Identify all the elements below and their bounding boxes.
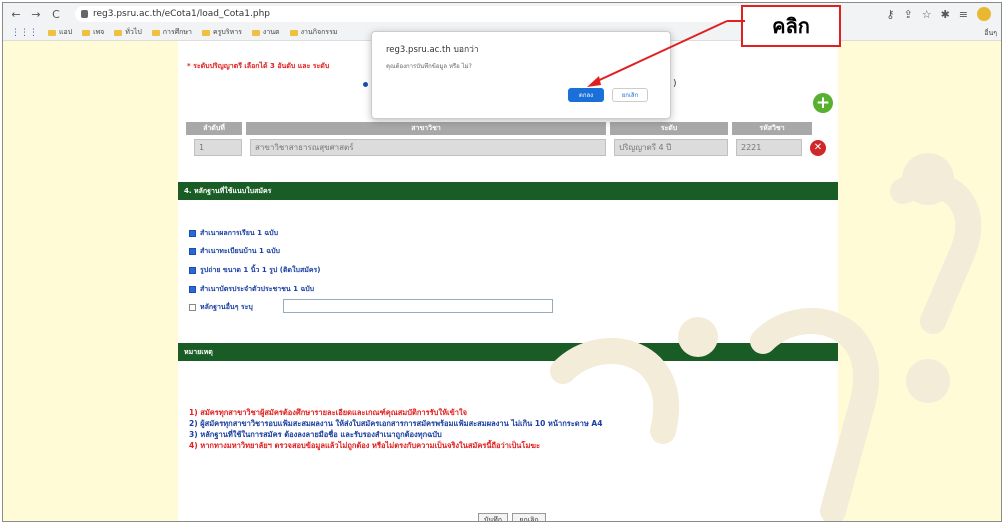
watermark-stroke bbox=[890, 171, 982, 334]
reload-icon[interactable]: C bbox=[49, 8, 63, 21]
bookmark-item[interactable]: เพจ bbox=[82, 27, 104, 38]
cell-order: 1 bbox=[194, 139, 242, 156]
col-header-level: ระดับ bbox=[610, 122, 728, 135]
folder-icon bbox=[82, 29, 91, 36]
lock-icon bbox=[81, 10, 88, 18]
dialog-cancel-button[interactable]: ยกเลิก bbox=[612, 88, 648, 102]
address-bar[interactable]: reg3.psru.ac.th/eCota1/load_Cota1.php bbox=[75, 6, 805, 22]
bookmark-item[interactable]: งานต bbox=[251, 27, 280, 38]
bookmark-item[interactable]: การศึกษา bbox=[151, 27, 192, 38]
toolbar-icons: ⚷ ⇪ ☆ ✱ ≡ bbox=[886, 7, 1001, 21]
add-program-button[interactable]: + bbox=[813, 93, 833, 113]
folder-icon bbox=[201, 29, 210, 36]
cell-program: สาขาวิชาสาธารณสุขศาสตร์ bbox=[250, 139, 606, 156]
bookmark-item[interactable]: ทั่วไป bbox=[114, 27, 142, 38]
checkbox-checked[interactable] bbox=[189, 267, 196, 274]
apps-icon[interactable]: ⋮⋮⋮ bbox=[11, 28, 38, 38]
watermark-dot bbox=[906, 359, 950, 403]
cancel-button[interactable]: ยกเลิก bbox=[512, 513, 546, 521]
doc-checkbox-item[interactable]: สำเนาผลการเรียน 1 ฉบับ bbox=[189, 228, 278, 239]
col-header-code: รหัสวิชา bbox=[732, 122, 812, 135]
watermark-dot bbox=[902, 153, 954, 205]
section-remarks-header: หมายเหตุ bbox=[178, 343, 838, 361]
cell-code: 2221 bbox=[736, 139, 802, 156]
reading-list-icon[interactable]: ≡ bbox=[959, 8, 968, 21]
checkbox-unchecked[interactable] bbox=[189, 304, 196, 311]
folder-icon bbox=[48, 29, 56, 36]
delete-row-button[interactable]: ✕ bbox=[810, 140, 826, 156]
radio-selected[interactable] bbox=[363, 82, 368, 87]
forward-icon[interactable]: → bbox=[29, 8, 43, 21]
requirement-note: * ระดับปริญญาตรี เลือกได้ 3 อันดับ และ ร… bbox=[187, 62, 330, 70]
remark-line: 4) หากทางมหาวิทยาลัยฯ ตรวจสอบข้อมูลแล้วไ… bbox=[189, 441, 540, 450]
doc-checkbox-item[interactable]: สำเนาบัตรประจำตัวประชาชน 1 ฉบับ bbox=[189, 284, 314, 295]
doc-checkbox-item[interactable]: สำเนาทะเบียนบ้าน 1 ฉบับ bbox=[189, 246, 280, 257]
back-icon[interactable]: ← bbox=[9, 8, 23, 21]
browser-toolbar: ← → C reg3.psru.ac.th/eCota1/load_Cota1.… bbox=[3, 3, 1001, 25]
bookmark-item[interactable]: แอป bbox=[48, 27, 72, 38]
checkbox-checked[interactable] bbox=[189, 286, 196, 293]
folder-icon bbox=[151, 29, 160, 36]
bookmark-item[interactable]: งานกิจกรรม bbox=[289, 27, 337, 38]
other-docs-input[interactable] bbox=[283, 299, 553, 313]
url-text: reg3.psru.ac.th/eCota1/load_Cota1.php bbox=[93, 9, 271, 19]
folder-icon bbox=[251, 29, 260, 36]
folder-icon bbox=[289, 29, 298, 36]
dialog-message: คุณต้องการบันทึกข้อมูล หรือ ไม่? bbox=[386, 63, 472, 70]
doc-checkbox-item[interactable]: รูปถ่าย ขนาด 1 นิ้ว 1 รูป (ติดใบสมัคร) bbox=[189, 265, 320, 276]
browser-window: ← → C reg3.psru.ac.th/eCota1/load_Cota1.… bbox=[2, 2, 1002, 522]
confirm-dialog: reg3.psru.ac.th บอกว่า คุณต้องการบันทึกข… bbox=[371, 31, 671, 119]
save-button[interactable]: บันทึก bbox=[478, 513, 508, 521]
checkbox-checked[interactable] bbox=[189, 230, 196, 237]
extensions-icon[interactable]: ✱ bbox=[941, 8, 950, 21]
paren-text: ) bbox=[673, 79, 677, 89]
folder-icon bbox=[114, 29, 123, 36]
dialog-ok-button[interactable]: ตกลง bbox=[568, 88, 604, 102]
share-icon[interactable]: ⇪ bbox=[903, 8, 912, 21]
cell-level: ปริญญาตรี 4 ปี bbox=[614, 139, 728, 156]
click-annotation-box: คลิก bbox=[741, 5, 841, 47]
key-icon[interactable]: ⚷ bbox=[886, 8, 894, 21]
doc-checkbox-item[interactable]: หลักฐานอื่นๆ ระบุ bbox=[189, 302, 253, 313]
section-docs-header: 4. หลักฐานที่ใช้แนบใบสมัคร bbox=[178, 182, 838, 200]
dialog-title: reg3.psru.ac.th บอกว่า bbox=[386, 45, 479, 55]
bookmark-item[interactable]: ครูบริหาร bbox=[201, 27, 242, 38]
profile-avatar[interactable] bbox=[977, 7, 991, 21]
star-icon[interactable]: ☆ bbox=[922, 8, 932, 21]
other-bookmarks[interactable]: อื่นๆ bbox=[984, 28, 997, 39]
col-header-program: สาขาวิชา bbox=[246, 122, 606, 135]
col-header-order: ลำดับที่ bbox=[186, 122, 242, 135]
checkbox-checked[interactable] bbox=[189, 248, 196, 255]
